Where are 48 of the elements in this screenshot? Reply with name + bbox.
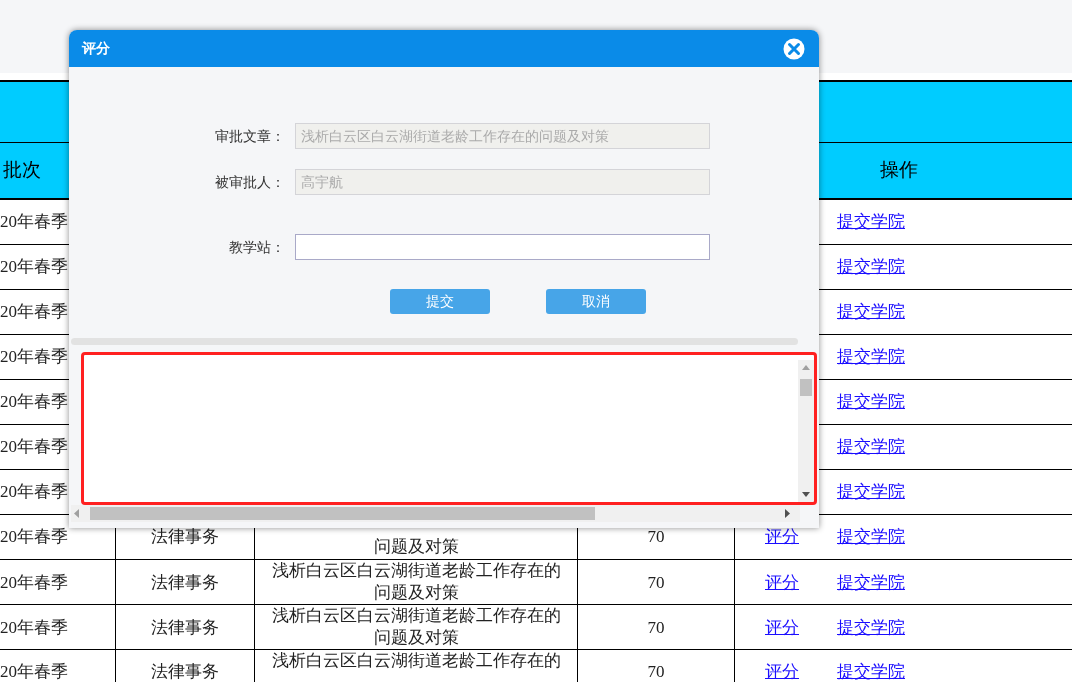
batch-cell-text: 20年春季 [0, 256, 68, 279]
title-cell-line: 问题及对策 [373, 582, 459, 604]
submit-college-link[interactable]: 提交学院 [837, 209, 905, 235]
batch-cell-text: 20年春季 [0, 526, 68, 549]
batch-cell-text: 20年春季 [0, 301, 68, 324]
text-field[interactable] [295, 234, 710, 260]
title-cell-line: 问题及对策 [373, 536, 459, 558]
score-cell-text: 70 [647, 661, 665, 682]
submit-college-link[interactable]: 提交学院 [837, 524, 905, 550]
column-header: 批次 [3, 159, 41, 181]
batch-cell-text: 20年春季 [0, 481, 68, 504]
title-cell-line: 浅析白云区白云湖街道老龄工作存在的 [271, 650, 561, 672]
batch-cell-text: 20年春季 [0, 391, 68, 414]
field-label: 教学站： [228, 237, 286, 257]
major-cell-text: 法律事务 [151, 571, 219, 594]
submit-college-link[interactable]: 提交学院 [837, 344, 905, 370]
submit-college-link[interactable]: 提交学院 [837, 479, 905, 505]
grade-link[interactable]: 评分 [765, 617, 799, 637]
grade-link[interactable]: 评分 [765, 662, 799, 682]
score-cell-text: 70 [647, 526, 665, 549]
score-cell-text: 70 [647, 571, 665, 594]
submit-college-link[interactable]: 提交学院 [837, 659, 905, 682]
batch-cell-text: 20年春季 [0, 571, 68, 594]
batch-cell-text: 20年春季 [0, 436, 68, 459]
major-cell-text: 法律事务 [151, 616, 219, 639]
submit-college-link[interactable]: 提交学院 [837, 569, 905, 596]
grade-link[interactable]: 评分 [765, 527, 799, 547]
submit-college-link[interactable]: 提交学院 [837, 434, 905, 460]
column-header: 操作 [879, 159, 918, 181]
field-label: 审批文章： [214, 126, 286, 146]
submit-college-link[interactable]: 提交学院 [837, 254, 905, 280]
score-cell-text: 70 [647, 616, 665, 639]
major-cell-text: 法律事务 [151, 526, 219, 549]
submit-college-link[interactable]: 提交学院 [837, 299, 905, 325]
field-label: 被审批人： [214, 172, 286, 192]
batch-cell-text: 20年春季 [0, 211, 68, 234]
submit-college-link[interactable]: 提交学院 [837, 389, 905, 415]
dialog-title: 评分 [82, 39, 110, 58]
batch-cell-text: 20年春季 [0, 661, 68, 682]
title-cell-line: 问题及对策 [373, 627, 459, 649]
grade-link[interactable]: 评分 [765, 572, 799, 592]
major-cell-text: 法律事务 [151, 661, 219, 682]
batch-cell-text: 20年春季 [0, 616, 68, 639]
title-cell-line: 浅析白云区白云湖街道老龄工作存在的 [271, 605, 561, 627]
batch-cell-text: 20年春季 [0, 346, 68, 369]
submit-college-link[interactable]: 提交学院 [837, 614, 905, 641]
close-icon[interactable] [783, 37, 805, 60]
title-cell-line: 浅析白云区白云湖街道老龄工作存在的 [271, 560, 561, 582]
